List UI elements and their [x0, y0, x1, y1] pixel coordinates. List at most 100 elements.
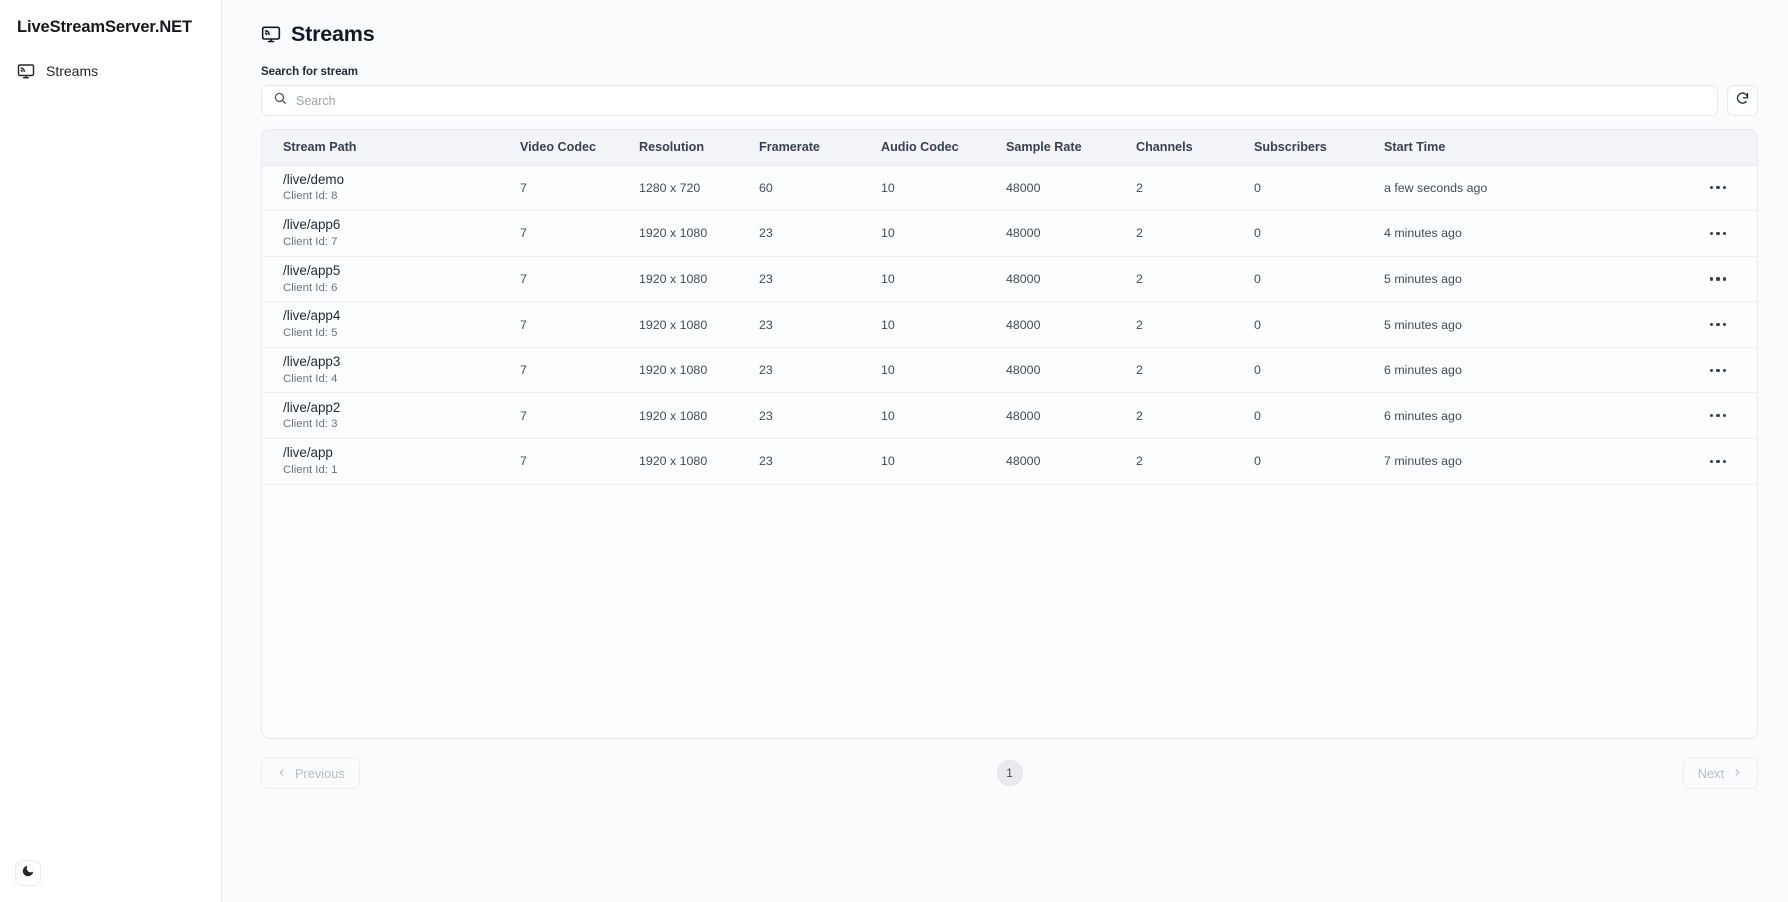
column-header-channels[interactable]: Channels: [1134, 130, 1252, 166]
column-header-start-time[interactable]: Start Time: [1382, 130, 1567, 166]
stream-path-text: /live/app4: [283, 308, 341, 324]
cell-actions: [1567, 393, 1757, 439]
stream-path-text: /live/app: [283, 445, 333, 461]
cell-resolution: 1920 x 1080: [639, 317, 708, 332]
stream-path-text: /live/demo: [283, 171, 345, 187]
ellipsis-icon: [1710, 368, 1726, 372]
cell-sample-rate: 48000: [1006, 363, 1041, 378]
cell-audio-codec: 10: [881, 454, 895, 469]
cell-subscribers: 0: [1254, 454, 1261, 469]
search-icon: [273, 91, 287, 110]
row-actions-button[interactable]: [1705, 314, 1731, 336]
cell-stream-path: /live/app6 Client Id: 7: [262, 211, 517, 257]
cell-actions: [1567, 165, 1757, 211]
cell-channels: 2: [1136, 180, 1143, 195]
row-actions-button[interactable]: [1705, 359, 1731, 381]
brand-title: LiveStreamServer.NET: [17, 18, 193, 36]
ellipsis-icon: [1710, 277, 1726, 281]
row-actions-button[interactable]: [1705, 450, 1731, 472]
table-row[interactable]: /live/app3 Client Id: 4 7 1920 x 1080 23 10 48…: [262, 347, 1757, 393]
cell-start-time: 5 minutes ago: [1384, 271, 1462, 286]
cell-subscribers: 0: [1254, 226, 1261, 241]
cell-framerate: 23: [759, 271, 773, 286]
table-row[interactable]: /live/app Client Id: 1 7 1920 x 1080 23 10 480…: [262, 439, 1757, 485]
ellipsis-icon: [1710, 322, 1726, 327]
next-page-label: Next: [1697, 765, 1724, 781]
column-header-video-codec[interactable]: Video Codec: [517, 130, 637, 166]
cell-start-time: 6 minutes ago: [1384, 408, 1462, 423]
search-box[interactable]: [261, 85, 1718, 116]
search-row: [261, 85, 1758, 116]
sidebar-nav: Streams: [0, 54, 221, 88]
cell-stream-path: /live/app4 Client Id: 5: [262, 302, 517, 348]
cell-subscribers: 0: [1254, 363, 1261, 378]
cell-stream-path: /live/app5 Client Id: 6: [262, 256, 517, 302]
table-row[interactable]: /live/app5 Client Id: 6 7 1920 x 1080 23 10 48…: [262, 256, 1757, 302]
moon-icon: [21, 864, 35, 883]
table-row[interactable]: /live/demo Client Id: 8 7 1280 x 720 60 10 480…: [262, 165, 1757, 211]
column-header-framerate[interactable]: Framerate: [757, 130, 879, 166]
cell-start-time: 7 minutes ago: [1384, 454, 1462, 469]
column-header-resolution[interactable]: Resolution: [637, 130, 757, 166]
client-id-text: Client Id: 7: [283, 235, 338, 248]
dark-mode-toggle-button[interactable]: [15, 860, 41, 886]
page-number-1[interactable]: 1: [996, 760, 1023, 786]
stream-path-text: /live/app2: [283, 399, 341, 415]
page-title: Streams: [261, 18, 1758, 50]
cell-framerate: 23: [759, 363, 773, 378]
cell-video-codec: 7: [520, 271, 527, 286]
cell-sample-rate: 48000: [1006, 226, 1041, 241]
refresh-button[interactable]: [1727, 85, 1758, 116]
table-row[interactable]: /live/app2 Client Id: 3 7 1920 x 1080 23 10 48…: [262, 393, 1757, 439]
cell-resolution: 1920 x 1080: [639, 454, 708, 469]
column-header-actions: [1567, 130, 1757, 166]
column-header-sample-rate[interactable]: Sample Rate: [1004, 130, 1134, 166]
column-header-subscribers[interactable]: Subscribers: [1252, 130, 1382, 166]
row-actions-button[interactable]: [1705, 177, 1731, 199]
table-head: Stream Path Video Codec Resolution Frame…: [262, 130, 1757, 166]
page-title-text: Streams: [291, 21, 375, 46]
cell-video-codec: 7: [520, 226, 527, 241]
cell-actions: [1567, 256, 1757, 302]
cast-screen-icon: [261, 24, 281, 44]
cell-framerate: 23: [759, 226, 773, 241]
cell-subscribers: 0: [1254, 317, 1261, 332]
cell-channels: 2: [1136, 317, 1143, 332]
cell-video-codec: 7: [520, 317, 527, 332]
app-root: LiveStreamServer.NET Streams Streams Sea…: [0, 0, 1788, 902]
cell-channels: 2: [1136, 226, 1143, 241]
cell-sample-rate: 48000: [1006, 180, 1041, 195]
ellipsis-icon: [1710, 186, 1726, 190]
previous-page-button[interactable]: Previous: [261, 757, 360, 789]
table-row[interactable]: /live/app4 Client Id: 5 7 1920 x 1080 23 10 48…: [262, 302, 1757, 348]
table-row[interactable]: /live/app6 Client Id: 7 7 1920 x 1080 23 10 48…: [262, 211, 1757, 257]
cell-start-time: 6 minutes ago: [1384, 363, 1462, 378]
sidebar-item-label: Streams: [46, 63, 99, 79]
sidebar-item-streams[interactable]: Streams: [8, 54, 213, 88]
cell-resolution: 1920 x 1080: [639, 363, 708, 378]
cell-actions: [1567, 439, 1757, 485]
cell-audio-codec: 10: [881, 180, 895, 195]
client-id-text: Client Id: 4: [283, 372, 338, 385]
row-actions-button[interactable]: [1705, 268, 1731, 290]
cell-subscribers: 0: [1254, 180, 1261, 195]
cell-video-codec: 7: [520, 454, 527, 469]
next-page-button[interactable]: Next: [1682, 757, 1758, 789]
client-id-text: Client Id: 3: [283, 418, 338, 431]
column-header-stream-path[interactable]: Stream Path: [262, 130, 517, 166]
cast-screen-icon: [17, 62, 35, 80]
row-actions-button[interactable]: [1705, 222, 1731, 244]
cell-audio-codec: 10: [881, 317, 895, 332]
cell-channels: 2: [1136, 271, 1143, 286]
search-input[interactable]: [296, 93, 1706, 108]
chevron-left-icon: [276, 766, 287, 781]
row-actions-button[interactable]: [1705, 405, 1731, 427]
column-header-audio-codec[interactable]: Audio Codec: [879, 130, 1004, 166]
cell-start-time: a few seconds ago: [1384, 180, 1488, 195]
cell-sample-rate: 48000: [1006, 271, 1041, 286]
cell-channels: 2: [1136, 408, 1143, 423]
client-id-text: Client Id: 8: [283, 190, 338, 203]
cell-resolution: 1280 x 720: [639, 180, 701, 195]
cell-start-time: 5 minutes ago: [1384, 317, 1462, 332]
chevron-right-icon: [1732, 766, 1743, 781]
